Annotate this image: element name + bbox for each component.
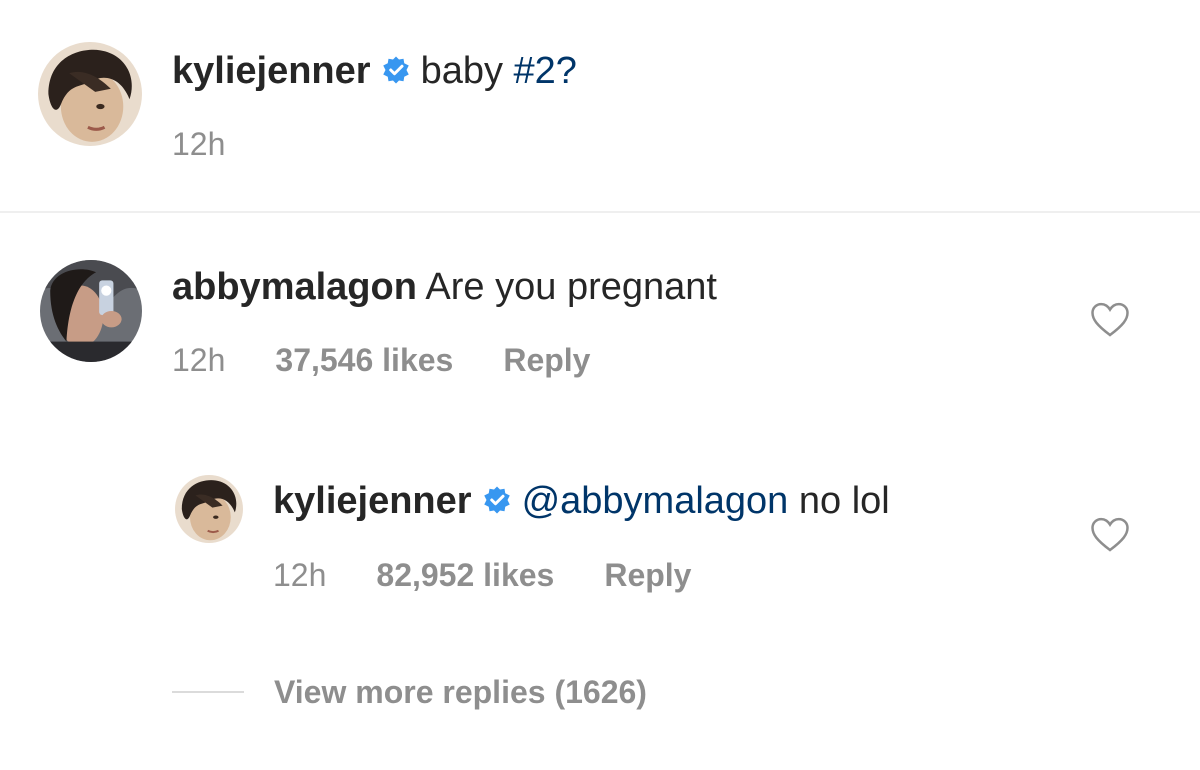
avatar-image — [40, 260, 142, 362]
verified-badge-icon — [381, 55, 411, 85]
reply-timestamp[interactable]: 12h — [273, 557, 326, 593]
comment-meta: 12h 37,546 likes Reply — [172, 340, 640, 380]
caption-meta: 12h — [172, 124, 275, 164]
verified-badge-icon — [482, 485, 512, 515]
caption-avatar[interactable] — [38, 42, 142, 146]
reply-like-button[interactable] — [1090, 516, 1130, 554]
caption-line: kyliejenner baby #2? — [172, 48, 577, 94]
caption-hashtag[interactable]: #2? — [514, 50, 577, 92]
caption-text: baby — [420, 50, 503, 92]
heart-outline-icon — [1091, 517, 1129, 552]
view-more-replies-button[interactable]: View more replies (1626) — [172, 670, 647, 714]
divider — [0, 211, 1200, 213]
comment-reply-button[interactable]: Reply — [503, 342, 590, 378]
heart-outline-icon — [1091, 302, 1129, 337]
reply-username[interactable]: kyliejenner — [273, 480, 472, 522]
comment-text: Are you pregnant — [425, 266, 717, 308]
comment-likes[interactable]: 37,546 likes — [275, 342, 453, 378]
reply-reply-button[interactable]: Reply — [604, 557, 691, 593]
view-more-divider — [172, 691, 244, 693]
comment-timestamp[interactable]: 12h — [172, 342, 225, 378]
comment-username[interactable]: abbymalagon — [172, 266, 417, 308]
caption-username[interactable]: kyliejenner — [172, 50, 371, 92]
caption-timestamp[interactable]: 12h — [172, 126, 225, 162]
comment-like-button[interactable] — [1090, 301, 1130, 339]
comment-line: abbymalagon Are you pregnant — [172, 264, 717, 310]
reply-text: no lol — [798, 480, 890, 522]
avatar-image — [175, 475, 243, 543]
reply-line: kyliejenner @abbymalagon no lol — [273, 478, 890, 524]
avatar-image — [38, 42, 142, 146]
reply-avatar[interactable] — [175, 475, 243, 543]
reply-mention[interactable]: @abbymalagon — [522, 480, 789, 522]
reply-meta: 12h 82,952 likes Reply — [273, 555, 741, 595]
comment-avatar[interactable] — [40, 260, 142, 362]
view-more-label: View more replies (1626) — [274, 673, 647, 710]
reply-likes[interactable]: 82,952 likes — [376, 557, 554, 593]
